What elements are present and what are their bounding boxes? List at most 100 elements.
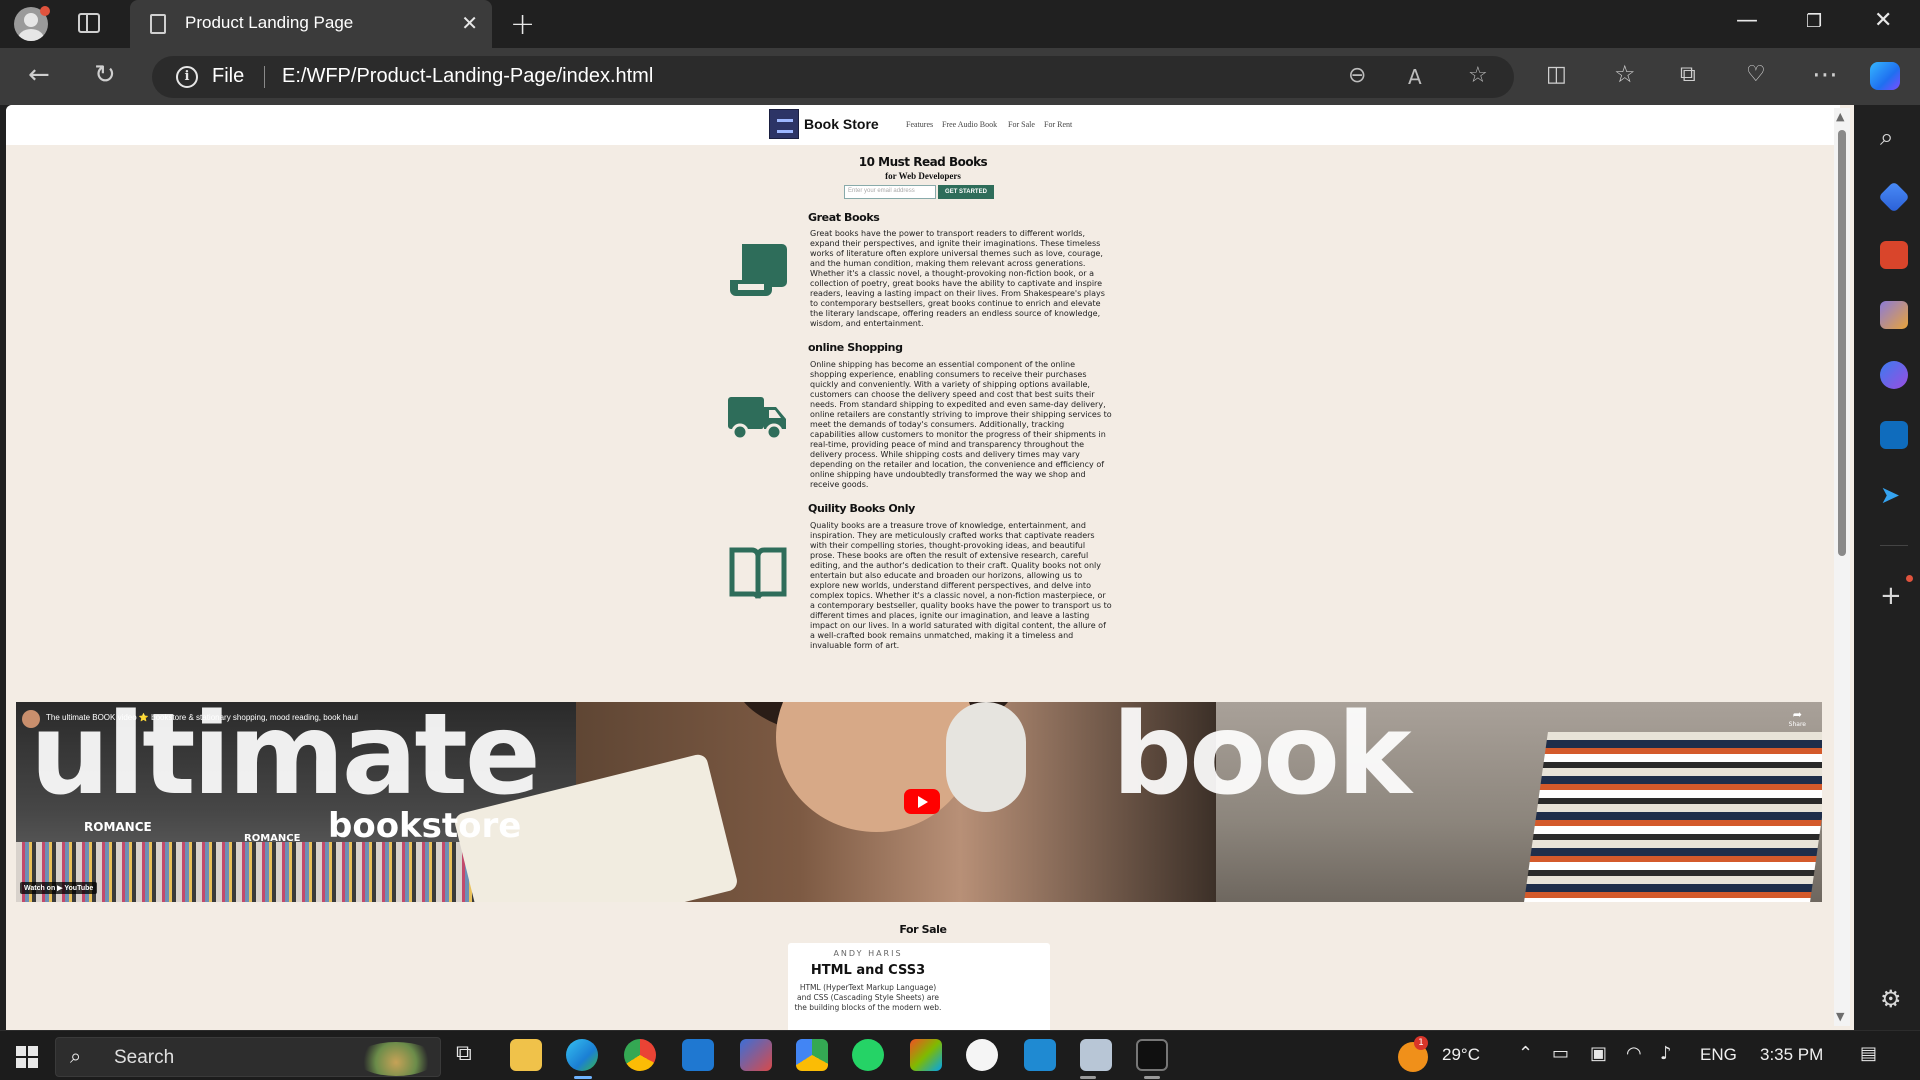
for-sale-heading: For Sale [899, 923, 947, 936]
collections-icon[interactable]: ⧉ [1680, 62, 1696, 87]
video-shelf-label-1: ROMANCE [84, 820, 152, 834]
video-shelf-label-2: ROMANCE [244, 833, 301, 844]
github-icon[interactable] [966, 1039, 998, 1071]
terminal-icon[interactable] [1136, 1039, 1168, 1071]
nav-link-for-rent[interactable]: For Rent [1044, 120, 1072, 129]
nav-link-for-sale[interactable]: For Sale [1008, 120, 1035, 129]
video-overlay-word-bookstore: bookstore [328, 806, 522, 846]
tab-product-landing-page[interactable]: Product Landing Page ✕ [130, 0, 492, 48]
windows-start-icon[interactable] [16, 1046, 38, 1068]
more-options-icon[interactable]: ⋯ [1812, 60, 1838, 90]
get-started-button[interactable]: GET STARTED [938, 185, 994, 199]
microsoft-365-icon[interactable] [1880, 361, 1908, 389]
address-url[interactable]: E:/WFP/Product-Landing-Page/index.html [282, 65, 653, 88]
mail-icon[interactable] [682, 1039, 714, 1071]
search-highlight-art [356, 1042, 436, 1076]
channel-avatar[interactable] [22, 710, 40, 728]
watch-on-youtube-button[interactable]: Watch on ▶ YouTube [20, 882, 98, 894]
browser-title-bar: Product Landing Page ✕ + — ❐ ✕ [0, 0, 1920, 48]
page-viewport: Book Store Features Free Audio Book For … [6, 105, 1854, 1030]
add-sidebar-app-icon[interactable]: + [1880, 581, 1902, 611]
scroll-icon [730, 244, 787, 296]
show-hidden-icons-icon[interactable]: ⌃ [1518, 1043, 1533, 1064]
site-info-icon[interactable]: i [176, 66, 198, 88]
send-icon[interactable]: ➤ [1880, 481, 1900, 509]
address-bar[interactable]: i File E:/WFP/Product-Landing-Page/index… [152, 56, 1514, 98]
scroll-down-arrow-icon[interactable]: ▼ [1836, 1010, 1844, 1023]
minimize-icon[interactable]: — [1736, 8, 1758, 33]
battery-icon[interactable]: ▭ [1552, 1043, 1569, 1064]
tools-icon[interactable] [1880, 241, 1908, 269]
feature-title-online-shopping: online Shopping [808, 341, 903, 354]
close-tab-icon[interactable]: ✕ [461, 11, 478, 35]
product-card[interactable]: ANDY HARIS HTML and CSS3 HTML (HyperText… [788, 943, 1050, 1030]
weather-badge: 1 [1414, 1036, 1428, 1050]
store-icon[interactable] [910, 1039, 942, 1071]
wifi-icon[interactable]: ◠ [1626, 1043, 1642, 1064]
open-book-icon [729, 547, 787, 599]
scrollbar-thumb[interactable] [1838, 130, 1846, 556]
zoom-out-icon[interactable]: ⊖ [1348, 63, 1366, 88]
page-scrollbar[interactable]: ▲ ▼ [1834, 108, 1850, 1026]
youtube-video-embed[interactable]: ultimate book bookstore ROMANCE ROMANCE … [16, 702, 1822, 902]
split-screen-icon[interactable]: ◫ [1546, 62, 1567, 87]
restore-icon[interactable]: ❐ [1806, 11, 1822, 32]
sidebar-search-icon[interactable]: ⌕ [1880, 123, 1893, 151]
sidebar-divider [1880, 545, 1908, 546]
feature-text-great-books: Great books have the power to transport … [810, 229, 1105, 328]
tab-title: Product Landing Page [185, 13, 354, 32]
share-button[interactable]: ➦ Share [1789, 708, 1806, 728]
profile-notification-dot [40, 6, 50, 16]
favorites-icon[interactable]: ☆ [1614, 60, 1636, 88]
volume-icon[interactable]: ♪ [1660, 1043, 1672, 1064]
clock-time[interactable]: 3:35 PM [1760, 1045, 1823, 1065]
task-view-icon[interactable]: ⧉ [456, 1041, 472, 1066]
edge-active-indicator [574, 1076, 592, 1079]
product-description: HTML (HyperText Markup Language) and CSS… [794, 983, 942, 1012]
vscode-icon[interactable] [1024, 1039, 1056, 1071]
outlook-icon[interactable] [1880, 421, 1908, 449]
sidebar-settings-icon[interactable]: ⚙ [1880, 985, 1902, 1013]
refresh-icon[interactable]: ↻ [94, 60, 116, 90]
scroll-up-arrow-icon[interactable]: ▲ [1836, 110, 1844, 123]
brand-name: Book Store [804, 116, 879, 132]
address-scheme: File [212, 65, 245, 87]
read-aloud-icon[interactable]: A [1408, 65, 1422, 89]
google-drive-icon[interactable] [796, 1039, 828, 1071]
copilot-icon[interactable] [1870, 62, 1900, 90]
window-close-icon[interactable]: ✕ [1874, 8, 1892, 33]
share-label: Share [1788, 721, 1806, 728]
taskbar-search-label: Search [114, 1047, 175, 1068]
file-explorer-icon[interactable] [510, 1039, 542, 1071]
video-title[interactable]: The ultimate BOOK video ⭐ bookstore & st… [46, 713, 358, 722]
back-icon[interactable]: ← [28, 60, 50, 90]
app-window-icon[interactable] [1080, 1039, 1112, 1071]
paint-icon[interactable] [740, 1039, 772, 1071]
browser-essentials-icon[interactable]: ♡ [1746, 62, 1766, 87]
games-icon[interactable] [1880, 301, 1908, 329]
input-language[interactable]: ENG [1700, 1045, 1737, 1065]
email-input[interactable]: Enter your email address [844, 185, 936, 199]
favorite-star-icon[interactable]: ☆ [1468, 63, 1488, 88]
video-overlay-word-book: book [1112, 702, 1412, 820]
chrome-icon[interactable] [624, 1039, 656, 1071]
browser-toolbar: ← ↻ i File E:/WFP/Product-Landing-Page/i… [0, 48, 1920, 105]
play-button[interactable] [904, 789, 940, 814]
temperature[interactable]: 29°C [1442, 1045, 1480, 1065]
meet-now-icon[interactable]: ▣ [1590, 1043, 1607, 1064]
whatsapp-icon[interactable] [852, 1039, 884, 1071]
truck-icon [728, 397, 786, 441]
brand-logo[interactable] [769, 109, 799, 139]
nav-link-features[interactable]: Features [906, 120, 933, 129]
nav-link-free-audio-book[interactable]: Free Audio Book [942, 120, 997, 129]
taskbar-search[interactable]: ⌕ Search [55, 1037, 441, 1077]
feature-text-online-shopping: Online shipping has become an essential … [810, 360, 1112, 489]
new-tab-icon[interactable]: + [510, 7, 535, 42]
edge-taskbar-icon[interactable] [566, 1039, 598, 1071]
address-separator [264, 66, 265, 88]
tab-actions-icon[interactable] [78, 13, 100, 33]
video-headphones [946, 702, 1026, 812]
shopping-tag-icon[interactable] [1878, 181, 1910, 213]
notifications-icon[interactable]: ▤ [1860, 1043, 1877, 1064]
edge-sidebar: ⌕ ➤ + ⚙ [1868, 105, 1920, 1030]
